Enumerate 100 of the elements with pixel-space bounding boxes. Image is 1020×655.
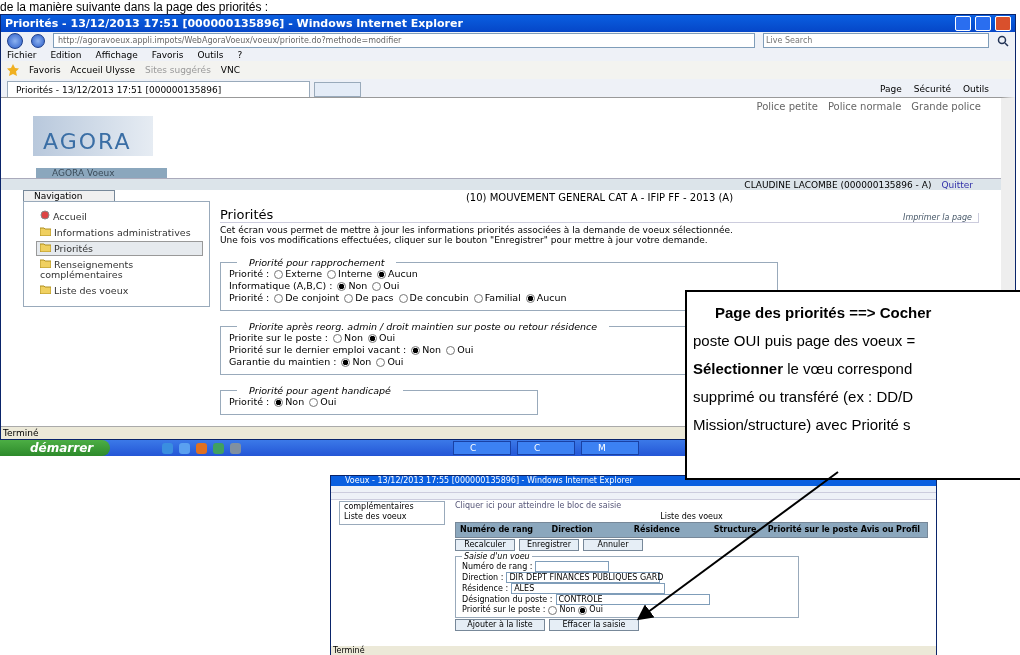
inset-select[interactable]: DIR DEPT FINANCES PUBLIQUES GARD [506,572,661,583]
field-label: Priorité : [229,292,270,304]
radio-option[interactable]: De conjoint [274,292,340,304]
inset-status-text: Terminé [333,646,365,655]
radio-option[interactable]: Oui [578,605,603,615]
radio-option[interactable]: Aucun [377,268,418,280]
column-header: Avis ou Profil [859,525,922,535]
fieldset-legend: Priorité pour rapprochement [237,257,397,268]
minimize-button[interactable] [955,16,971,31]
field-label: Garantie du maintien : [229,356,337,368]
address-field[interactable]: http://agoravoeux.appli.impots/WebAgoraVoeux/voeux/priorite.do?methode=modifier [53,33,755,48]
nav-item[interactable]: Liste des voeux [36,283,203,298]
inset-select[interactable]: ALES [511,583,666,594]
radio-option[interactable]: Non [274,396,305,408]
intro-text: Cet écran vous permet de mettre à jour les informations priorités associées à la demande de voeux sélectionnée. [220,225,734,235]
column-header: Résidence [632,525,681,535]
quick-launch-icon[interactable] [196,442,207,454]
inset-legend: Saisie d'un voeu [462,552,532,561]
inset-button[interactable]: Recalculer [455,539,515,551]
inset-input[interactable] [535,561,610,572]
command-menu[interactable]: Sécurité [913,84,951,94]
new-tab-button[interactable] [314,82,361,97]
radio-option[interactable]: De concubin [398,292,469,304]
radio-option[interactable]: Non [341,356,372,368]
callout-text: poste OUI puis page des voeux = [693,331,917,351]
inset-field-label: Direction : [462,572,504,583]
taskbar-button[interactable]: M [581,441,639,455]
nav-item[interactable]: Priorités [36,241,203,256]
nav-item[interactable]: Accueil [36,208,203,224]
quit-link[interactable]: Quitter [941,179,973,190]
inset-button[interactable]: Enregistrer [519,539,579,551]
radio-option[interactable]: Oui [446,344,474,356]
font-size-link[interactable]: Police petite [756,101,818,112]
column-header: Structure [712,525,758,535]
radio-option[interactable]: Oui [376,356,404,368]
print-link[interactable]: Imprimer la page [903,213,979,222]
user-name: CLAUDINE LACOMBE (000000135896 - A) [744,179,932,190]
menu-item[interactable]: Outils [197,50,224,60]
forward-icon[interactable] [31,33,45,48]
inset-button[interactable]: Ajouter à la liste [455,619,545,631]
taskbar-button[interactable]: C [517,441,575,455]
maximize-button[interactable] [975,16,991,31]
font-size-link[interactable]: Police normale [827,101,902,112]
radio-option[interactable]: Oui [372,280,400,292]
window-title: Priorités - 13/12/2013 17:51 [000000135896] - Windows Internet Explorer [5,17,464,30]
field-label: Priorité : [229,396,270,408]
radio-option[interactable]: Familial [473,292,521,304]
browser-tab[interactable]: Priorités - 13/12/2013 17:51 [000000135896] [7,81,310,97]
inset-field-label: Priorité sur le poste : [462,605,546,615]
favorites-link[interactable]: VNC [220,65,241,75]
campaign-title: (10) MOUVEMENT GENERAL CAT A - IFIP FF - 2013 (A) [464,191,735,205]
radio-option[interactable]: Non [548,605,576,615]
inset-button[interactable]: Annuler [583,539,643,551]
radio-option[interactable]: Oui [309,396,337,408]
folder-icon [40,285,51,294]
nav-item[interactable]: Renseignements complémentaires [36,257,203,282]
intro-text: Une fois vos modifications effectuées, cliquer sur le bouton "Enregistrer" pour mettre à jour votre demande. [220,235,709,245]
search-field[interactable]: Live Search [763,33,989,48]
start-button[interactable]: démarrer [0,440,110,456]
field-label: Priorité : [229,268,270,280]
column-header: Numéro de rang [460,525,534,535]
menu-item[interactable]: Favoris [151,50,184,60]
radio-option[interactable]: Interne [327,268,373,280]
back-icon[interactable] [7,32,23,49]
status-text: Terminé [3,428,39,438]
logo-text: AGORA [43,129,132,154]
radio-option[interactable]: Non [411,344,442,356]
close-button[interactable] [995,16,1011,31]
radio-option[interactable]: De pacs [344,292,394,304]
field-label: Priorité sur le dernier emploi vacant : [229,344,407,356]
favorites-link[interactable]: Accueil Ulysse [70,65,135,75]
search-icon[interactable] [997,34,1009,47]
menu-item[interactable]: Fichier [7,50,37,60]
radio-option[interactable]: Aucun [525,292,567,304]
inset-field-label: Numéro de rang : [462,561,533,572]
inset-nav-item[interactable]: Liste des voeux [344,512,444,522]
taskbar-button[interactable]: C [453,441,511,455]
inset-field-label: Désignation du poste : [462,594,553,605]
nav-item[interactable]: Informations administratives [36,225,203,240]
menu-item[interactable]: Edition [50,50,82,60]
font-size-link[interactable]: Grande police [911,101,981,112]
folder-icon [40,243,51,252]
inset-nav-item[interactable]: complémentaires [344,502,444,512]
radio-option[interactable]: Externe [274,268,323,280]
quick-launch-icon[interactable] [179,442,190,454]
favorites-link[interactable]: Favoris [29,65,61,75]
home-icon [40,210,50,220]
radio-option[interactable]: Non [337,280,368,292]
command-menu[interactable]: Page [880,84,902,94]
radio-option[interactable]: Oui [368,332,396,344]
inset-button[interactable]: Effacer la saisie [549,619,639,631]
field-label: Informatique (A,B,C) : [229,280,333,292]
menu-item[interactable]: Affichage [95,50,138,60]
menu-item[interactable]: ? [237,50,243,60]
radio-option[interactable]: Non [333,332,363,344]
inset-select[interactable]: CONTROLE [555,594,710,605]
inset-link[interactable]: Cliquer ici pour atteindre le bloc de saisie [455,501,928,511]
folder-icon [40,259,51,268]
inset-table-title: Liste des voeux [659,512,724,521]
command-menu[interactable]: Outils [963,84,989,94]
